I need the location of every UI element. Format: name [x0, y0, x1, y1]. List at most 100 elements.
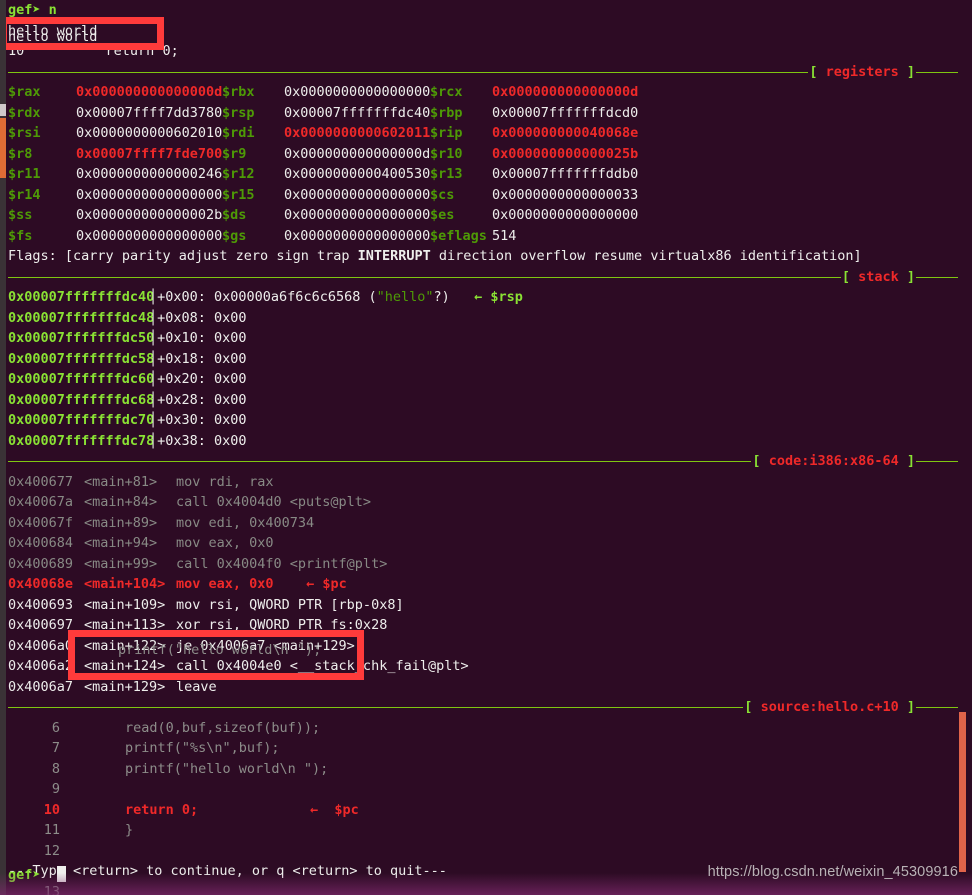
disassembly-row: 0x4006a7 <main+129> leave — [8, 677, 958, 698]
stack-column-divider: │ — [149, 391, 158, 408]
disassembly-row: 0x400677 <main+81> mov rdi, rax — [8, 472, 958, 493]
stack-column-divider: │ — [149, 289, 158, 305]
register-value: 0x000000000000002b — [76, 207, 223, 223]
registers-table: $rax 0x000000000000000d$rbx 0x0000000000… — [8, 82, 958, 246]
stack-value: +0x10: 0x00 — [157, 330, 247, 346]
register-name: $r12 — [222, 166, 296, 182]
source-line-text — [60, 779, 310, 800]
source-row: 8 printf("hello world\n "); — [8, 759, 958, 780]
left-scrollbar-track[interactable] — [0, 0, 6, 895]
disassembly-row: 0x400697 <main+113> xor rsi, QWORD PTR fs:… — [8, 615, 958, 636]
register-value: 0x0000000000602011 — [284, 125, 431, 141]
source-row: 6 read(0,buf,sizeof(buf)); — [8, 718, 958, 739]
flag-sign: sign — [276, 248, 309, 264]
register-value: 0x0000000000000000 — [284, 207, 431, 223]
source-pane: 6 read(0,buf,sizeof(buf)); 7 printf("%s\… — [8, 718, 958, 862]
stack-value: +0x08: 0x00 — [157, 309, 247, 326]
stack-column-divider: │ — [149, 432, 158, 449]
flags-space — [309, 248, 317, 264]
flags-space — [512, 248, 520, 264]
stack-address: 0x00007fffffffdc60 — [8, 371, 155, 387]
section-label-source: [ source:hello.c+10 ] — [743, 697, 916, 718]
source-line-number: 11 — [27, 822, 60, 838]
register-name: $r13 — [430, 166, 504, 182]
register-name: $rip — [430, 125, 504, 141]
register-row: $ss 0x000000000000002b$ds 0x000000000000… — [8, 205, 958, 226]
disassembly-row: 0x400684 <main+94> mov eax, 0x0 — [8, 533, 958, 554]
stack-row: 0x00007fffffffdc40│+0x00: 0x00000a6f6c6c… — [8, 287, 958, 308]
register-value: 0x00007ffff7dd3780 — [76, 104, 223, 121]
register-value: 0x0000000000000000 — [76, 227, 223, 244]
watermark-url: https://blog.csdn.net/weixin_45309916 — [707, 863, 958, 880]
instruction-address: 0x40068e — [8, 576, 74, 592]
source-row: 10 return 0; ← $pc — [8, 800, 958, 821]
flag-overflow: overflow — [520, 248, 586, 264]
register-value: 0x00007fffffffddb0 — [492, 166, 639, 182]
register-name: $r10 — [430, 145, 504, 162]
register-name: $cs — [430, 186, 504, 203]
register-name: $rbp — [430, 104, 504, 121]
source-line-text: printf("hello world\n "); — [60, 760, 329, 777]
register-value: 0x0000000000602010 — [76, 125, 223, 141]
instruction-text: call 0x4004d0 <puts@plt> — [176, 494, 372, 510]
stack-pointer-marker: ← $rsp — [474, 289, 523, 305]
source-echo-text: return 0; — [105, 43, 179, 59]
register-name: $fs — [8, 227, 82, 244]
flags-space — [114, 248, 122, 264]
register-value: 0x00007fffffffdc40 — [284, 104, 431, 121]
flags-suffix: ] — [853, 248, 862, 264]
section-separator-source: [ source:hello.c+10 ] — [8, 697, 958, 718]
flag-adjust: adjust — [178, 248, 228, 264]
source-row: 11 } — [8, 820, 958, 841]
instruction-text: mov edi, 0x400734 — [176, 514, 315, 531]
register-value: 0x0000000000000000 — [284, 186, 431, 203]
source-line-text — [60, 841, 310, 862]
section-separator-code: [ code:i386:x86-64 ] — [8, 451, 958, 472]
register-row: $fs 0x0000000000000000$gs 0x000000000000… — [8, 226, 958, 247]
disassembly-row: 0x40067f <main+89> mov edi, 0x400734 — [8, 513, 958, 534]
register-row: $rsi 0x0000000000602010$rdi 0x0000000000… — [8, 123, 958, 144]
terminal-text-buffer[interactable]: gef➤ n hello world 10 return 0; [ regist… — [8, 0, 958, 895]
source-line-text: read(0,buf,sizeof(buf)); — [60, 719, 321, 736]
register-name: $rsp — [222, 104, 296, 121]
stack-value: +0x00: 0x00000a6f6c6c6568 — [157, 289, 361, 305]
register-name: $r11 — [8, 166, 82, 182]
register-name: $r9 — [222, 145, 296, 162]
instruction-text: xor rsi, QWORD PTR fs:0x28 — [176, 617, 388, 633]
section-label-stack: [ stack ] — [840, 266, 916, 287]
command-echo-row: gef➤ n — [8, 0, 958, 21]
pager-notice-text: ---Type <return> to continue, or q <retu… — [8, 863, 447, 879]
disassembly-row: 0x400693 <main+109> mov rsi, QWORD PTR [rb… — [8, 595, 958, 616]
source-echo-row: 10 return 0; — [8, 41, 958, 62]
flags-space — [228, 248, 236, 264]
left-scrollbar-thumb[interactable] — [0, 118, 6, 178]
flag-interrupt: INTERRUPT — [357, 248, 431, 264]
stack-address: 0x00007fffffffdc70 — [8, 412, 155, 428]
stack-row: 0x00007fffffffdc78│+0x38: 0x00 — [8, 431, 958, 452]
register-name: $ss — [8, 207, 82, 223]
source-line-text: return 0; — [60, 801, 199, 818]
gef-prompt-row[interactable]: gef➤ — [8, 865, 66, 886]
right-scrollbar-thumb[interactable] — [959, 712, 966, 872]
register-name: $rdi — [222, 125, 296, 141]
stack-gap — [450, 289, 474, 305]
register-value: 0x000000000040068e — [492, 125, 639, 141]
stack-value: +0x18: 0x00 — [157, 350, 247, 367]
terminal-window[interactable]: gef➤ n hello world 10 return 0; [ regist… — [0, 0, 972, 895]
instruction-symbol: <main+84> — [84, 494, 158, 510]
register-row: $r14 0x0000000000000000$r15 0x0000000000… — [8, 185, 958, 206]
stack-value: +0x30: 0x00 — [157, 412, 247, 428]
disassembly-pane: 0x400677 <main+81> mov rdi, rax 0x40067a <ma… — [8, 472, 958, 698]
instruction-symbol: <main+104> — [84, 576, 166, 592]
instruction-symbol: <main+89> — [84, 514, 158, 531]
instruction-symbol: <main+81> — [84, 473, 158, 490]
text-cursor[interactable] — [56, 865, 66, 882]
register-value: 0x000000000000000d — [492, 84, 639, 100]
source-row: 7 printf("%s\n",buf); — [8, 738, 958, 759]
instruction-address: 0x4006a7 — [8, 678, 74, 695]
section-label-code: [ code:i386:x86-64 ] — [751, 451, 916, 472]
stack-column-divider: │ — [149, 350, 158, 367]
instruction-symbol: <main+94> — [84, 535, 158, 551]
register-value: 0x000000000000025b — [492, 145, 639, 162]
register-name: $ds — [222, 207, 296, 223]
